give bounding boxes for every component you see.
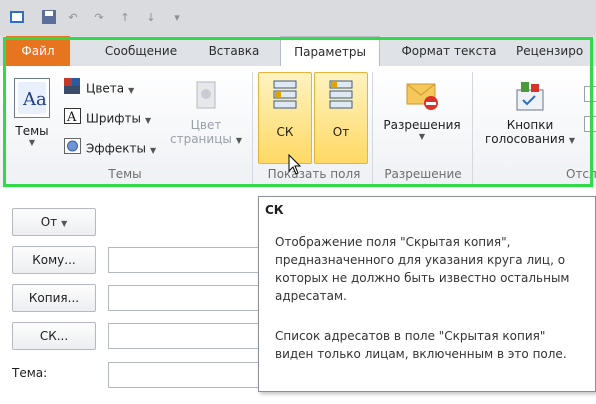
group-separator	[372, 72, 373, 184]
bcc-icon	[270, 79, 300, 111]
fonts-label: Шрифты	[86, 111, 141, 126]
group-label-permission: Разрешение	[384, 167, 462, 181]
page-color-button[interactable]: Цвет страницы ▼	[168, 76, 244, 162]
chevron-down-icon: ▼	[61, 219, 68, 228]
group-label-themes: Темы	[108, 167, 142, 181]
effects-label: Эффекты	[86, 141, 146, 156]
tab-review[interactable]: Рецензиро	[516, 36, 596, 66]
redo-icon[interactable]: ↷	[90, 8, 108, 26]
customize-icon[interactable]: ▾	[168, 8, 186, 26]
from-field-button[interactable]: От	[314, 72, 368, 164]
tooltip-paragraph-2: Список адресатов в поле "Скрытая копия" …	[275, 329, 567, 361]
fonts-icon: A	[64, 108, 82, 130]
tracking-checkbox[interactable]	[584, 116, 596, 132]
effects-button[interactable]: Эффекты ▼	[64, 138, 156, 158]
tab-file[interactable]: Файл	[6, 36, 70, 66]
outlook-icon[interactable]	[8, 8, 26, 26]
save-icon[interactable]	[40, 8, 58, 26]
tab-options[interactable]: Параметры	[280, 36, 380, 68]
bcc-label: СК	[276, 125, 294, 139]
voting-buttons-button[interactable]: Кнопки голосования ▼	[476, 76, 584, 162]
quick-access-toolbar: ↶ ↷ ↑ ↓ ▾	[0, 0, 596, 36]
voting-icon	[513, 80, 547, 112]
undo-icon[interactable]: ↶	[64, 8, 82, 26]
cc-button[interactable]: Копия...	[12, 284, 96, 312]
themes-icon: Aa	[14, 78, 50, 118]
down-icon[interactable]: ↓	[142, 8, 160, 26]
svg-text:Aa: Aa	[22, 89, 47, 110]
chevron-down-icon: ▼	[150, 145, 157, 155]
tab-insert[interactable]: Вставка	[196, 36, 272, 66]
from-field-label: От	[332, 125, 350, 139]
group-label-show-fields: Показать поля	[267, 167, 361, 181]
page-color-label-2: страницы ▼	[169, 132, 242, 146]
themes-button[interactable]: Aa Темы ▼	[10, 76, 54, 162]
permissions-button[interactable]: Разрешения ▼	[376, 76, 468, 162]
tracking-checkbox[interactable]	[584, 86, 596, 102]
to-button[interactable]: Кому...	[12, 246, 96, 274]
group-separator	[252, 72, 253, 184]
tab-format-text[interactable]: Формат текста	[386, 36, 512, 66]
chevron-down-icon: ▼	[28, 138, 36, 147]
ribbon-tabs: Файл Сообщение Вставка Параметры Формат …	[0, 36, 596, 68]
up-icon[interactable]: ↑	[116, 8, 134, 26]
chevron-down-icon: ▼	[568, 136, 576, 145]
colors-button[interactable]: Цвета ▼	[64, 78, 134, 98]
voting-label-2: голосования ▼	[484, 132, 576, 146]
chevron-down-icon: ▼	[235, 136, 242, 145]
bcc-button[interactable]: СК	[258, 72, 312, 164]
permissions-icon	[404, 80, 440, 112]
colors-label: Цвета	[86, 81, 125, 96]
voting-label-1: Кнопки	[506, 118, 554, 132]
from-field-icon	[326, 79, 356, 111]
fonts-button[interactable]: A Шрифты ▼	[64, 108, 151, 128]
permissions-label: Разрешения	[383, 118, 461, 132]
chevron-down-icon: ▼	[144, 115, 152, 125]
themes-label: Темы	[15, 124, 49, 138]
from-button[interactable]: От ▼	[12, 208, 96, 236]
page-color-label-1: Цвет	[190, 118, 222, 132]
chevron-down-icon: ▼	[128, 85, 135, 95]
bcc-tooltip: СК Отображение поля "Скрытая копия", пре…	[258, 196, 596, 392]
effects-icon	[64, 138, 82, 160]
chevron-down-icon: ▼	[418, 132, 426, 141]
bcc-field-button[interactable]: СК...	[12, 322, 96, 350]
svg-text:A: A	[66, 110, 77, 124]
group-separator	[472, 72, 473, 184]
subject-label: Тема:	[12, 366, 48, 380]
tab-message[interactable]: Сообщение	[86, 36, 196, 66]
tooltip-paragraph-1: Отображение поля "Скрытая копия", предна…	[275, 235, 570, 303]
group-label-tracking: Отсл	[566, 167, 596, 181]
mouse-cursor-icon	[288, 153, 302, 179]
page-color-icon	[193, 80, 219, 112]
colors-icon	[64, 78, 82, 100]
tooltip-title: СК	[265, 203, 284, 217]
